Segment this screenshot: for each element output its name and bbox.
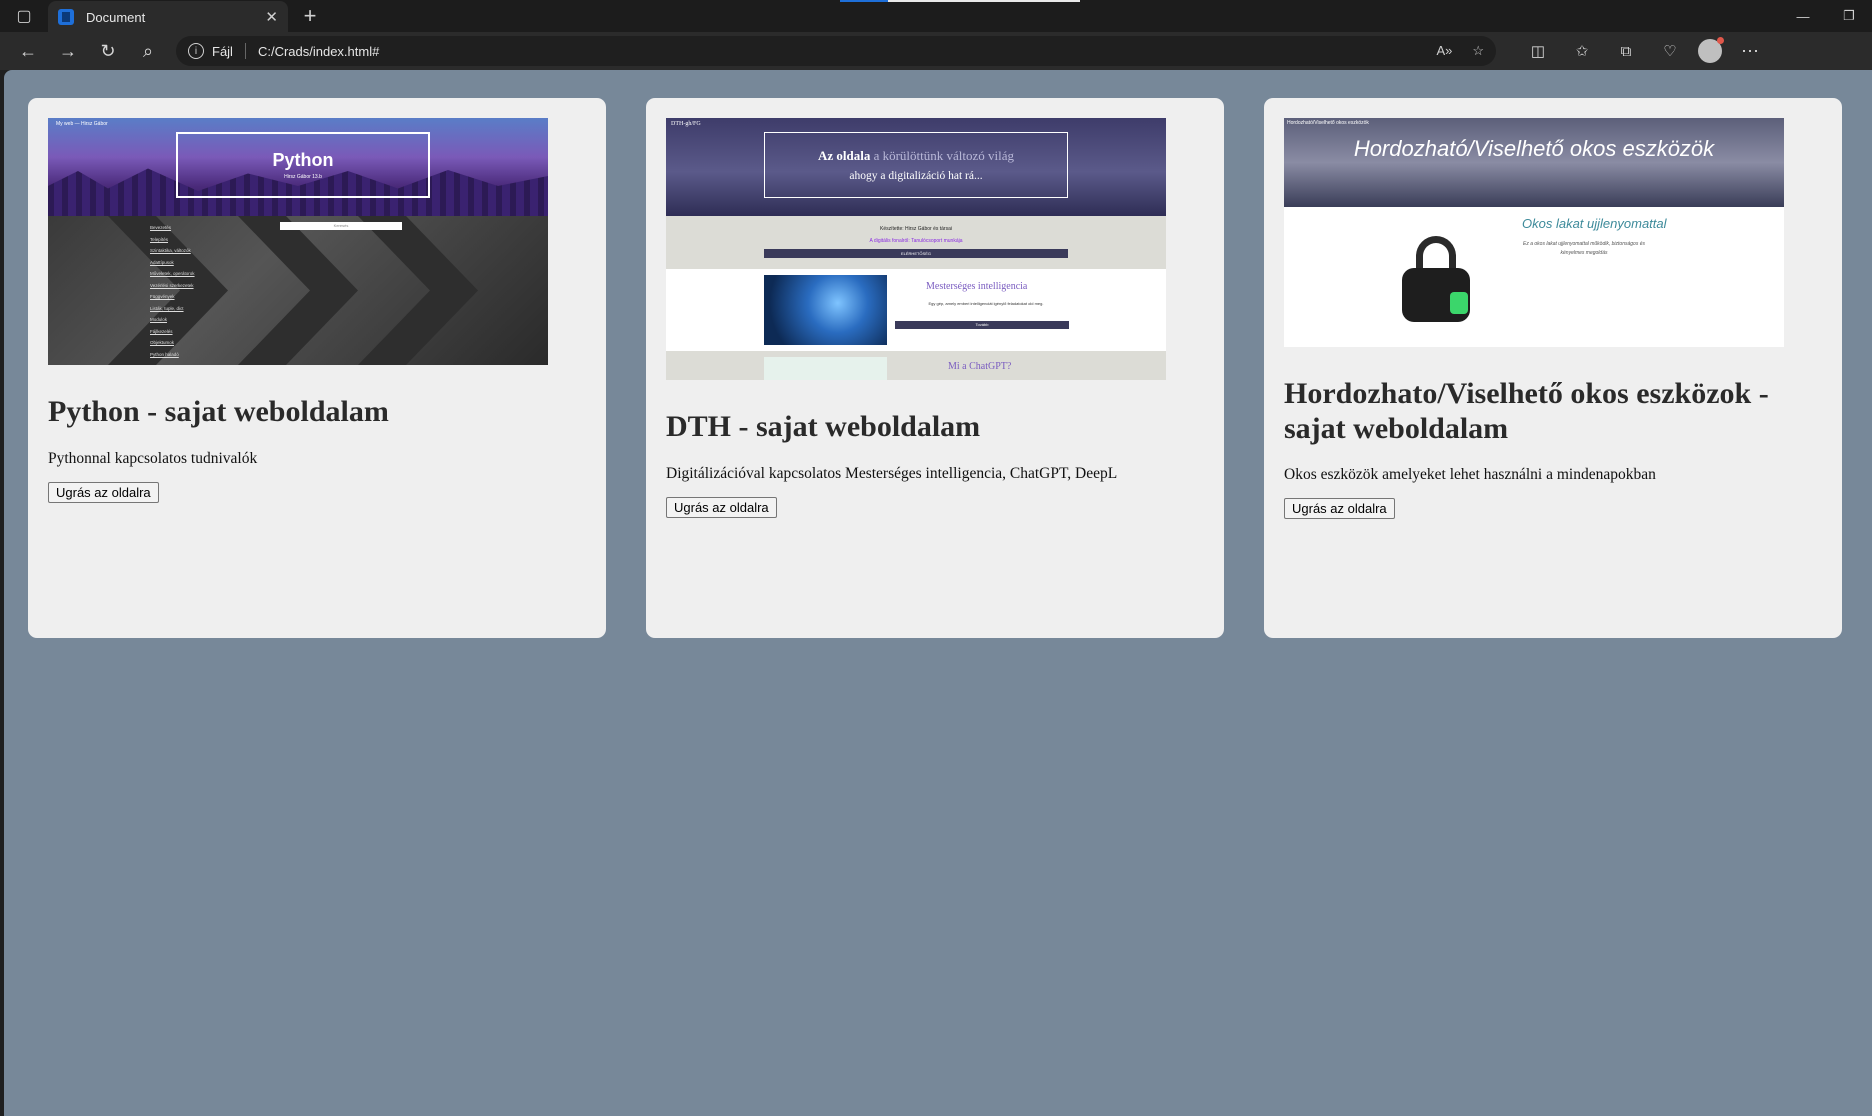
fingerprint-icon <box>1450 292 1468 314</box>
list-item: Függvények <box>150 294 175 299</box>
address-bar[interactable]: i Fájl C:/Crads/index.html# A» ☆ <box>176 36 1496 66</box>
preview-hero-box: Python Hirsz Gábor 13.b <box>176 132 430 198</box>
forward-button[interactable]: → <box>48 35 88 67</box>
info-icon[interactable]: i <box>188 43 204 59</box>
card-description: Okos eszközök amelyeket lehet használni … <box>1284 466 1656 483</box>
smart-devices-preview-image: Hordozható/Viselhető okos eszközök Hordo… <box>1284 118 1784 347</box>
card-smart-devices: Hordozható/Viselhető okos eszközök Hordo… <box>1264 98 1842 638</box>
profile-avatar[interactable] <box>1698 37 1724 63</box>
preview-section-chatgpt: Mi a ChatGPT? <box>666 351 1166 380</box>
preview-note: A digitális fonalról: Tanulócsoport munk… <box>869 238 963 244</box>
card-title: Python - sajat weboldalam <box>48 395 389 428</box>
chevron-shape <box>238 216 358 365</box>
preview-body: Keresés Bevezetés Telepítés Szintaktika,… <box>48 216 548 365</box>
go-to-page-button[interactable]: Ugrás az oldalra <box>1284 498 1395 519</box>
list-item: Fájlkezelés <box>150 328 173 334</box>
dth-preview-image: DTH-gh/FG Az oldala a körülöttünk változ… <box>666 118 1166 380</box>
minimize-icon[interactable]: — <box>1780 0 1826 32</box>
preview-heading: Hordozható/Viselhető okos eszközök <box>1353 136 1715 161</box>
loading-progress <box>840 0 1080 2</box>
refresh-button[interactable]: ↻ <box>88 35 128 67</box>
python-preview-image: My web — Hirsz Gábor Python Hirsz Gábor … <box>48 118 548 365</box>
padlock-image <box>1402 236 1470 324</box>
collections-icon[interactable]: ⧉ <box>1606 35 1646 67</box>
preview-nav: My web — Hirsz Gábor <box>56 121 108 127</box>
card-description: Pythonnal kapcsolatos tudnivalók <box>48 449 258 467</box>
preview-link-list: Bevezetés Telepítés Szintaktika, változó… <box>150 222 195 360</box>
title-bar: ▢ Document ✕ + — ❐ <box>0 0 1872 33</box>
split-screen-icon[interactable]: ◫ <box>1518 35 1558 67</box>
list-item: Telepítés <box>150 236 169 242</box>
preview-hero: My web — Hirsz Gábor Python Hirsz Gábor … <box>48 118 548 216</box>
browser-tab[interactable]: Document ✕ <box>48 1 288 33</box>
preview-heading: Python <box>272 150 334 170</box>
card-grid: My web — Hirsz Gábor Python Hirsz Gábor … <box>4 70 1872 666</box>
list-item: Objektumok <box>150 340 175 345</box>
preview-section-text: Ez a okos lakat ujjlenyomattal működik, … <box>1522 241 1645 256</box>
tab-title: Document <box>86 9 146 25</box>
read-aloud-icon[interactable]: A» <box>1436 43 1452 59</box>
list-item: Listák, tuple, dict <box>150 305 184 311</box>
url-text[interactable]: C:/Crads/index.html# <box>258 44 379 59</box>
list-item: Bevezetés <box>150 225 172 230</box>
search-icon[interactable]: ⌕ <box>128 35 168 67</box>
preview-hero: Hordozható/Viselhető okos eszközök Hordo… <box>1284 118 1784 207</box>
restore-icon[interactable]: ❐ <box>1826 0 1872 32</box>
list-item: Műveletek, operátorok <box>150 271 195 276</box>
preview-section-title: Mi a ChatGPT? <box>948 361 1012 372</box>
address-separator <box>244 43 246 59</box>
more-menu-icon[interactable]: ⋯ <box>1730 35 1770 67</box>
ai-brain-image <box>764 275 887 345</box>
new-tab-button[interactable]: + <box>294 0 326 32</box>
preview-subheading: Hirsz Gábor 13.b <box>284 174 322 180</box>
preview-hero-box: Az oldala a körülöttünk változó világ ah… <box>764 132 1068 198</box>
card-python: My web — Hirsz Gábor Python Hirsz Gábor … <box>28 98 606 638</box>
preview-hero: DTH-gh/FG Az oldala a körülöttünk változ… <box>666 118 1166 216</box>
preview-tag: Hordozható/Viselhető okos eszközök <box>1287 120 1369 126</box>
browser-toolbar: ← → ↻ ⌕ i Fájl C:/Crads/index.html# A» ☆… <box>0 32 1872 70</box>
list-item: Adattípusok <box>150 259 174 265</box>
list-item: Szintaktika, változók <box>150 248 191 253</box>
go-to-page-button[interactable]: Ugrás az oldalra <box>666 496 777 518</box>
list-item: Modulok <box>150 317 168 322</box>
favicon-icon <box>58 9 74 25</box>
card-title: DTH - sajat weboldalam <box>666 410 981 443</box>
preview-section-title: Mesterséges intelligencia <box>926 281 1028 292</box>
list-item: Python haladó <box>150 351 179 357</box>
preview-search: Keresés <box>280 222 402 230</box>
back-button[interactable]: ← <box>8 35 48 67</box>
list-item: Vezérlési szerkezetek <box>150 282 194 288</box>
browser-essentials-icon[interactable]: ♡ <box>1650 35 1690 67</box>
preview-section-info: Készítette: Hirsz Gábor és társai A digi… <box>666 216 1166 269</box>
chevron-shape <box>358 216 478 365</box>
preview-section-ai: Mesterséges intelligencia Egy gép, amely… <box>666 269 1166 351</box>
favorite-star-icon[interactable]: ☆ <box>1472 43 1484 59</box>
chatgpt-image <box>764 357 887 380</box>
favorites-icon[interactable]: ✩ <box>1562 35 1602 67</box>
preview-tag: DTH-gh/FG <box>671 121 701 127</box>
card-description: Digitálizációval kapcsolatos Mesterséges… <box>666 464 1118 482</box>
tab-actions-icon[interactable]: ▢ <box>0 0 48 32</box>
card-title: Hordozhato/Viselhető okos eszközok - saj… <box>1284 377 1769 445</box>
close-tab-icon[interactable]: ✕ <box>265 8 278 26</box>
preview-section-button: Tovább <box>895 321 1069 329</box>
address-scheme-label: Fájl <box>212 43 233 59</box>
preview-section-title: Okos lakat ujjlenyomattal <box>1522 216 1667 231</box>
preview-heading: Az oldala a körülöttünk változó világ <box>817 148 1015 163</box>
preview-bar: ELÉRHETŐSÉG <box>764 249 1068 258</box>
preview-section-text: Egy gép, amely emberi intelligenciát igé… <box>928 301 1044 306</box>
card-dth: DTH-gh/FG Az oldala a körülöttünk változ… <box>646 98 1224 638</box>
go-to-page-button[interactable]: Ugrás az oldalra <box>48 481 159 503</box>
page-viewport: My web — Hirsz Gábor Python Hirsz Gábor … <box>4 70 1872 1116</box>
preview-subheading: ahogy a digitalizáció hat rá... <box>849 170 983 182</box>
preview-credit: Készítette: Hirsz Gábor és társai <box>880 226 952 232</box>
